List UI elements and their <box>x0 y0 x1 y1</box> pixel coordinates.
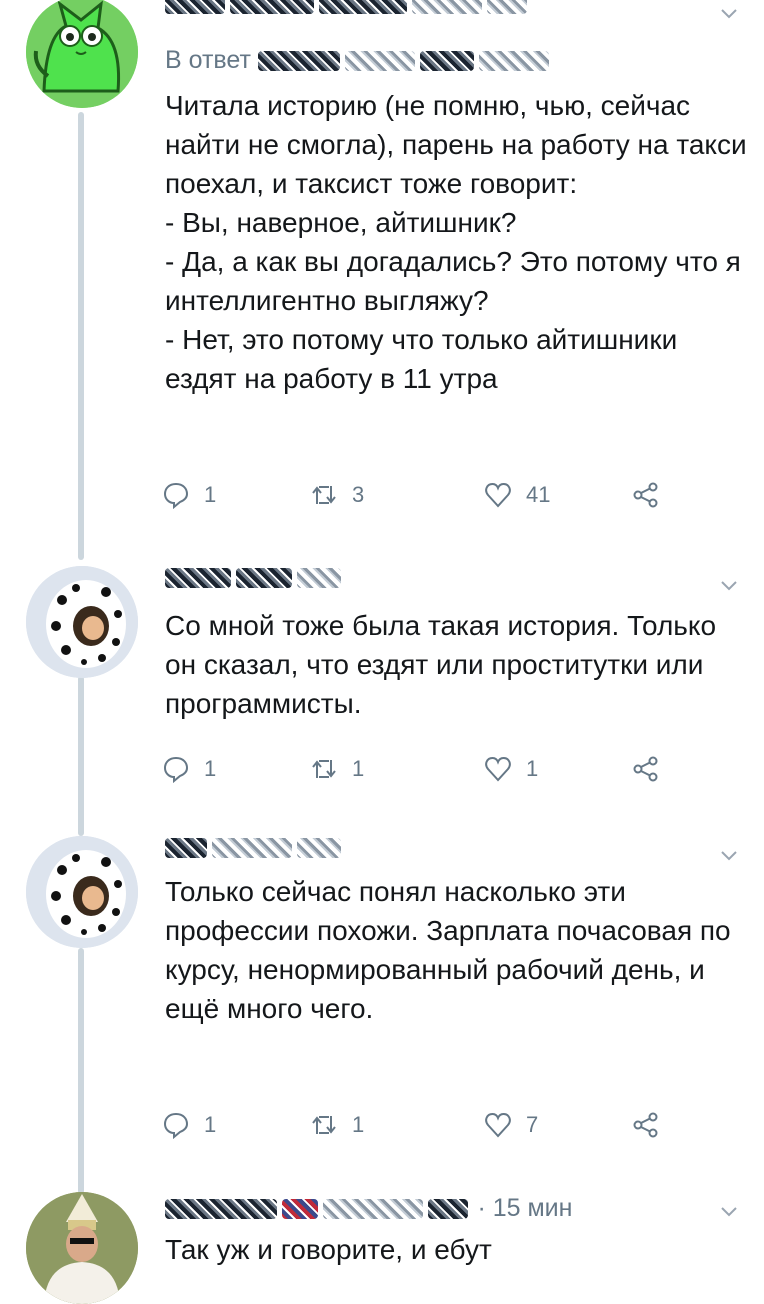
avatar[interactable] <box>26 836 138 948</box>
reply-button[interactable]: 1 <box>162 752 216 786</box>
retweet-button[interactable]: 1 <box>310 752 364 786</box>
reply-count: 1 <box>204 1112 217 1137</box>
chevron-down-icon[interactable] <box>718 2 740 24</box>
retweet-count: 3 <box>352 482 365 507</box>
tweet[interactable]: Со мной тоже была такая история. Только … <box>0 560 764 800</box>
reply-button[interactable]: 1 <box>162 1108 216 1142</box>
pope-avatar-icon <box>26 1192 138 1304</box>
reply-icon <box>163 1112 189 1139</box>
like-button[interactable]: 41 <box>484 478 550 512</box>
avatar[interactable] <box>26 566 138 678</box>
chevron-down-icon[interactable] <box>718 844 740 866</box>
like-button[interactable]: 1 <box>484 752 538 786</box>
reply-to: В ответ <box>165 46 554 75</box>
author-name-obscured[interactable] <box>165 838 346 872</box>
tweet-actions: 1 1 7 <box>162 1108 682 1142</box>
tweet[interactable]: В ответ Читала историю (не помню, чью, с… <box>0 0 764 540</box>
tweet-actions: 1 1 1 <box>162 752 682 786</box>
reply-button[interactable]: 1 <box>162 478 216 512</box>
reply-count: 1 <box>204 756 217 781</box>
retweet-button[interactable]: 1 <box>310 1108 364 1142</box>
like-count: 1 <box>526 756 539 781</box>
avatar[interactable] <box>26 0 138 108</box>
tweet-text: Так уж и говорите, и ебут <box>165 1234 492 1265</box>
reply-prefix: В ответ <box>165 46 251 74</box>
like-count: 41 <box>526 482 551 507</box>
tweet-text: Со мной тоже была такая история. Только … <box>165 610 717 719</box>
retweet-icon <box>312 1116 336 1134</box>
kenny-avatar-icon <box>26 836 138 948</box>
share-icon <box>633 756 658 782</box>
tweet-text: Только сейчас понял насколько эти профес… <box>165 876 731 1024</box>
tweet-text: Читала историю (не помню, чью, сейчас на… <box>165 90 747 394</box>
cat-avatar-icon <box>26 0 138 108</box>
chevron-down-icon[interactable] <box>718 574 740 596</box>
like-icon <box>485 756 511 782</box>
tweet-actions: 1 3 41 <box>162 478 682 512</box>
retweet-button[interactable]: 3 <box>310 478 364 512</box>
reply-icon <box>163 756 189 783</box>
kenny-avatar-icon <box>26 566 138 678</box>
retweet-icon <box>312 486 336 504</box>
share-icon <box>633 1112 658 1138</box>
share-button[interactable] <box>632 752 660 786</box>
tweet[interactable]: · 15 мин Так уж и говорите, и ебут <box>0 1188 764 1304</box>
like-count: 7 <box>526 1112 539 1137</box>
tweet-time: · 15 мин <box>477 1194 573 1222</box>
chevron-down-icon[interactable] <box>718 1200 740 1222</box>
reply-icon <box>163 482 189 509</box>
retweet-count: 1 <box>352 756 365 781</box>
share-button[interactable] <box>632 1108 660 1142</box>
retweet-icon <box>312 760 336 778</box>
avatar[interactable] <box>26 1192 138 1304</box>
author-name-obscured[interactable]: · 15 мин <box>165 1194 572 1228</box>
tweet[interactable]: Только сейчас понял насколько эти профес… <box>0 830 764 1160</box>
share-button[interactable] <box>632 478 660 512</box>
retweet-count: 1 <box>352 1112 365 1137</box>
reply-count: 1 <box>204 482 217 507</box>
author-name-obscured[interactable] <box>165 568 346 602</box>
like-button[interactable]: 7 <box>484 1108 538 1142</box>
share-icon <box>633 482 658 508</box>
replied-user-obscured[interactable] <box>257 46 554 74</box>
like-icon <box>485 482 511 508</box>
like-icon <box>485 1112 511 1138</box>
author-name-obscured[interactable] <box>165 0 532 28</box>
